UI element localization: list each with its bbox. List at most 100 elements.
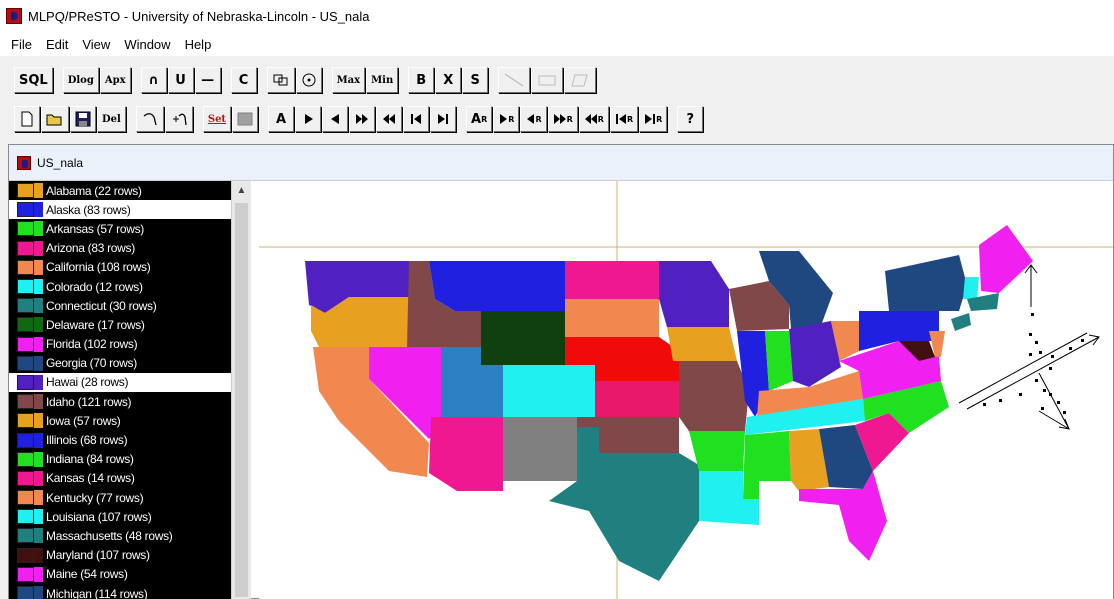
- x-button[interactable]: X: [435, 67, 462, 93]
- rewind-button[interactable]: [376, 106, 403, 132]
- layer-color-swatch[interactable]: [17, 566, 34, 582]
- reverse-r-button[interactable]: R: [520, 106, 547, 132]
- layer-color-swatch[interactable]: [17, 432, 34, 448]
- save-button[interactable]: [70, 106, 96, 132]
- layer-color-swatch[interactable]: [17, 394, 34, 410]
- layer-color-swatch[interactable]: [17, 451, 34, 467]
- polygon-button[interactable]: [564, 67, 597, 93]
- help-button[interactable]: ?: [677, 106, 704, 132]
- last-r-button[interactable]: R: [639, 106, 668, 132]
- line-button[interactable]: [498, 67, 531, 93]
- layer-item[interactable]: California (108 rows): [9, 258, 231, 277]
- layer-label: Kansas (14 rows): [46, 471, 135, 486]
- layer-item[interactable]: Arkansas (57 rows): [9, 219, 231, 238]
- layer-item[interactable]: Georgia (70 rows): [9, 354, 231, 373]
- open-button[interactable]: [41, 106, 69, 132]
- fast-forward-r-button[interactable]: R: [547, 106, 578, 132]
- lambda-button[interactable]: [135, 106, 164, 132]
- animate-button[interactable]: A: [268, 106, 295, 132]
- layer-item[interactable]: Delaware (17 rows): [9, 315, 231, 334]
- layer-color-swatch[interactable]: [17, 336, 34, 352]
- layer-item[interactable]: Maine (54 rows): [9, 565, 231, 584]
- rectangle-button[interactable]: [531, 67, 564, 93]
- layer-color-swatch[interactable]: [17, 279, 34, 295]
- play-r-button[interactable]: R: [493, 106, 520, 132]
- layer-color-swatch[interactable]: [17, 355, 34, 371]
- s-button[interactable]: S: [462, 67, 489, 93]
- complement-button[interactable]: C: [230, 67, 257, 93]
- menu-view[interactable]: View: [75, 37, 117, 52]
- last-frame-button[interactable]: [430, 106, 457, 132]
- animate-r-button[interactable]: AR: [466, 106, 493, 132]
- layer-color-swatch[interactable]: [17, 240, 34, 256]
- menu-window[interactable]: Window: [117, 37, 177, 52]
- menu-help[interactable]: Help: [178, 37, 219, 52]
- layer-color-swatch[interactable]: [17, 317, 34, 333]
- layer-item[interactable]: Idaho (121 rows): [9, 392, 231, 411]
- layer-color-swatch[interactable]: [17, 298, 34, 314]
- layer-item[interactable]: Alabama (22 rows): [9, 181, 231, 200]
- layer-item[interactable]: Massachusetts (48 rows): [9, 526, 231, 545]
- min-button[interactable]: Min: [366, 67, 399, 93]
- layer-item[interactable]: Michigan (114 rows): [9, 584, 231, 599]
- navigation-toolbar: Del Set A AR R R R R R R ?: [0, 101, 1114, 137]
- layer-list-scrollbar[interactable]: ▲: [231, 181, 251, 599]
- sql-button[interactable]: SQL: [14, 67, 53, 93]
- intersect-button[interactable]: ∩: [140, 67, 167, 93]
- difference-button[interactable]: —: [194, 67, 221, 93]
- fast-forward-button[interactable]: [349, 106, 376, 132]
- layer-list[interactable]: Alabama (22 rows) Alaska (83 rows) Arkansa…: [9, 181, 231, 599]
- new-button[interactable]: [14, 106, 40, 132]
- b-button[interactable]: B: [408, 67, 435, 93]
- layer-item[interactable]: Illinois (68 rows): [9, 430, 231, 449]
- layer-item[interactable]: Indiana (84 rows): [9, 450, 231, 469]
- layer-color-swatch[interactable]: [17, 509, 34, 525]
- layer-color-swatch[interactable]: [17, 183, 34, 199]
- play-button[interactable]: [295, 106, 322, 132]
- map-canvas[interactable]: [259, 181, 1113, 599]
- rewind-r-button[interactable]: R: [578, 106, 609, 132]
- layer-color-swatch[interactable]: [17, 586, 34, 599]
- first-frame-button[interactable]: [403, 106, 430, 132]
- layer-item[interactable]: Iowa (57 rows): [9, 411, 231, 430]
- layer-label: Indiana (84 rows): [46, 452, 134, 467]
- delete-button[interactable]: Del: [97, 106, 126, 132]
- layer-color-swatch[interactable]: [17, 413, 34, 429]
- add-curve-button[interactable]: [164, 106, 193, 132]
- layer-item[interactable]: Florida (102 rows): [9, 335, 231, 354]
- layer-item[interactable]: Arizona (83 rows): [9, 239, 231, 258]
- layer-color-swatch[interactable]: [17, 490, 34, 506]
- layer-item[interactable]: Kansas (14 rows): [9, 469, 231, 488]
- scroll-up-icon[interactable]: ▲: [232, 181, 251, 199]
- state-kansas: [595, 381, 679, 417]
- layer-color-swatch[interactable]: [17, 528, 34, 544]
- layer-color-swatch[interactable]: [17, 259, 34, 275]
- layer-color-swatch[interactable]: [17, 202, 34, 218]
- scroll-thumb[interactable]: [235, 203, 248, 597]
- dlog-button[interactable]: Dlog: [62, 67, 99, 93]
- layer-item[interactable]: Louisiana (107 rows): [9, 507, 231, 526]
- first-r-button[interactable]: R: [609, 106, 639, 132]
- layer-item[interactable]: Alaska (83 rows): [9, 200, 231, 220]
- menu-file[interactable]: File: [4, 37, 39, 52]
- layer-color-swatch[interactable]: [17, 374, 34, 390]
- menu-edit[interactable]: Edit: [39, 37, 75, 52]
- set-button[interactable]: Set: [202, 106, 232, 132]
- color-button[interactable]: [232, 106, 259, 132]
- max-button[interactable]: Max: [331, 67, 366, 93]
- union-button[interactable]: U: [167, 67, 194, 93]
- buffer-button[interactable]: [266, 67, 295, 93]
- layer-color-swatch[interactable]: [17, 547, 34, 563]
- layer-fill-swatch: [34, 413, 43, 429]
- layer-color-swatch[interactable]: [17, 470, 34, 486]
- apx-button[interactable]: Apx: [99, 67, 131, 93]
- layer-item[interactable]: Kentucky (77 rows): [9, 488, 231, 507]
- layer-item[interactable]: Connecticut (30 rows): [9, 296, 231, 315]
- layer-color-swatch[interactable]: [17, 221, 34, 237]
- layer-item[interactable]: Colorado (12 rows): [9, 277, 231, 296]
- reverse-button[interactable]: [322, 106, 349, 132]
- circle-button[interactable]: [295, 67, 322, 93]
- layer-item[interactable]: Hawai (28 rows): [9, 372, 231, 393]
- layer-item[interactable]: Maryland (107 rows): [9, 546, 231, 565]
- layer-fill-swatch: [34, 509, 43, 525]
